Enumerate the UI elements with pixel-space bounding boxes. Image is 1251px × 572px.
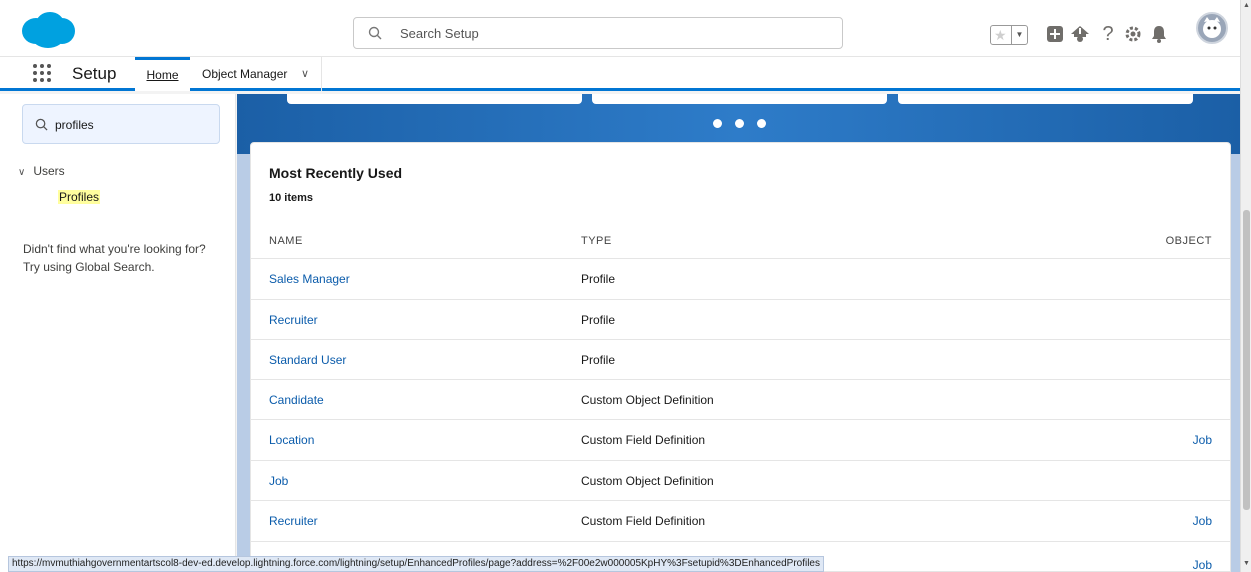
notifications-bell-icon[interactable] xyxy=(1147,22,1171,46)
row-name-link[interactable]: Standard User xyxy=(269,353,346,367)
favorites-control[interactable]: ★ ▼ xyxy=(990,25,1028,45)
column-header-name: NAME xyxy=(269,235,303,247)
setup-sidebar: profiles ∨ Users Profiles Didn't find wh… xyxy=(0,94,236,572)
carousel-dot[interactable] xyxy=(735,119,744,128)
table-row: Candidate Custom Object Definition xyxy=(251,380,1230,420)
item-count: 10 items xyxy=(269,192,314,204)
carousel-dot[interactable] xyxy=(757,119,766,128)
most-recently-used-card: Most Recently Used 10 items NAME TYPE OB… xyxy=(250,142,1231,572)
link-preview-url: https://mvmuthiahgovernmentartscol8-dev-… xyxy=(8,556,824,572)
row-name-link[interactable]: Job xyxy=(269,474,288,488)
carousel-card[interactable] xyxy=(287,94,582,104)
favorites-star-icon[interactable]: ★ xyxy=(994,27,1007,43)
scroll-down-icon[interactable]: ▼ xyxy=(1243,560,1250,567)
row-type: Custom Object Definition xyxy=(581,474,714,488)
row-name-link[interactable]: Candidate xyxy=(269,393,324,407)
tab-object-manager[interactable]: Object Manager ∨ xyxy=(192,57,322,91)
table-row: Sales Manager Profile xyxy=(251,259,1230,299)
app-name: Setup xyxy=(72,64,117,83)
chevron-down-icon[interactable]: ∨ xyxy=(18,167,30,178)
global-search[interactable]: Search Setup xyxy=(353,17,843,49)
row-name-link[interactable]: Sales Manager xyxy=(269,272,350,286)
global-actions-add-icon[interactable] xyxy=(1043,22,1067,46)
favorites-dropdown-icon[interactable]: ▼ xyxy=(1011,26,1027,44)
user-avatar[interactable] xyxy=(1196,12,1228,44)
app-launcher-icon[interactable] xyxy=(32,63,52,83)
tree-item-profiles[interactable]: Profiles xyxy=(58,190,101,204)
row-type: Custom Object Definition xyxy=(581,393,714,407)
table-row: Recruiter Profile xyxy=(251,300,1230,340)
tab-object-manager-label: Object Manager xyxy=(202,67,288,81)
page-scrollbar[interactable]: ▲ ▼ xyxy=(1240,0,1251,572)
column-header-type: TYPE xyxy=(581,235,612,247)
tab-home[interactable]: Home xyxy=(135,57,190,91)
carousel-dot[interactable] xyxy=(713,119,722,128)
carousel-card[interactable] xyxy=(592,94,887,104)
carousel-card[interactable] xyxy=(898,94,1193,104)
row-name-link[interactable]: Location xyxy=(269,433,314,447)
table-row: Recruiter Custom Field Definition Job xyxy=(251,501,1230,541)
trailhead-icon[interactable] xyxy=(1068,22,1092,46)
column-header-object: OBJECT xyxy=(1165,235,1212,247)
search-placeholder: Search Setup xyxy=(400,26,479,41)
not-found-line1: Didn't find what you're looking for? xyxy=(23,242,206,256)
scroll-up-icon[interactable]: ▲ xyxy=(1243,2,1250,9)
tree-section-users[interactable]: ∨ Users xyxy=(18,164,65,178)
table-row: Job Custom Object Definition xyxy=(251,461,1230,501)
row-name-link[interactable]: Recruiter xyxy=(269,514,318,528)
row-name-link[interactable]: Recruiter xyxy=(269,313,318,327)
table-row: Standard User Profile xyxy=(251,340,1230,380)
app-nav-bar: Setup Home Object Manager ∨ xyxy=(0,57,1240,91)
global-header: Search Setup ★ ▼ ? xyxy=(0,0,1240,57)
salesforce-logo[interactable] xyxy=(20,11,76,49)
row-object-link[interactable]: Job xyxy=(1193,433,1212,447)
row-type: Custom Field Definition xyxy=(581,433,706,447)
quick-find-value: profiles xyxy=(55,118,94,132)
search-icon xyxy=(368,26,382,40)
setup-gear-icon[interactable] xyxy=(1121,22,1145,46)
row-object-link[interactable]: Job xyxy=(1193,558,1212,572)
global-search-hint: Try using Global Search. xyxy=(23,260,155,274)
row-type: Custom Field Definition xyxy=(581,514,706,528)
not-found-hint: Didn't find what you're looking for? Try… xyxy=(23,240,233,276)
help-icon[interactable]: ? xyxy=(1096,22,1120,46)
row-type: Profile xyxy=(581,353,616,367)
scrollbar-thumb[interactable] xyxy=(1243,210,1250,510)
search-icon xyxy=(35,118,48,131)
row-type: Profile xyxy=(581,313,616,327)
quick-find-input[interactable]: profiles xyxy=(22,104,220,144)
row-object-link[interactable]: Job xyxy=(1193,514,1212,528)
card-title: Most Recently Used xyxy=(269,165,403,181)
row-type: Profile xyxy=(581,272,616,286)
chevron-down-icon[interactable]: ∨ xyxy=(301,57,309,91)
tree-section-label: Users xyxy=(33,164,65,178)
table-row: Location Custom Field Definition Job xyxy=(251,420,1230,460)
